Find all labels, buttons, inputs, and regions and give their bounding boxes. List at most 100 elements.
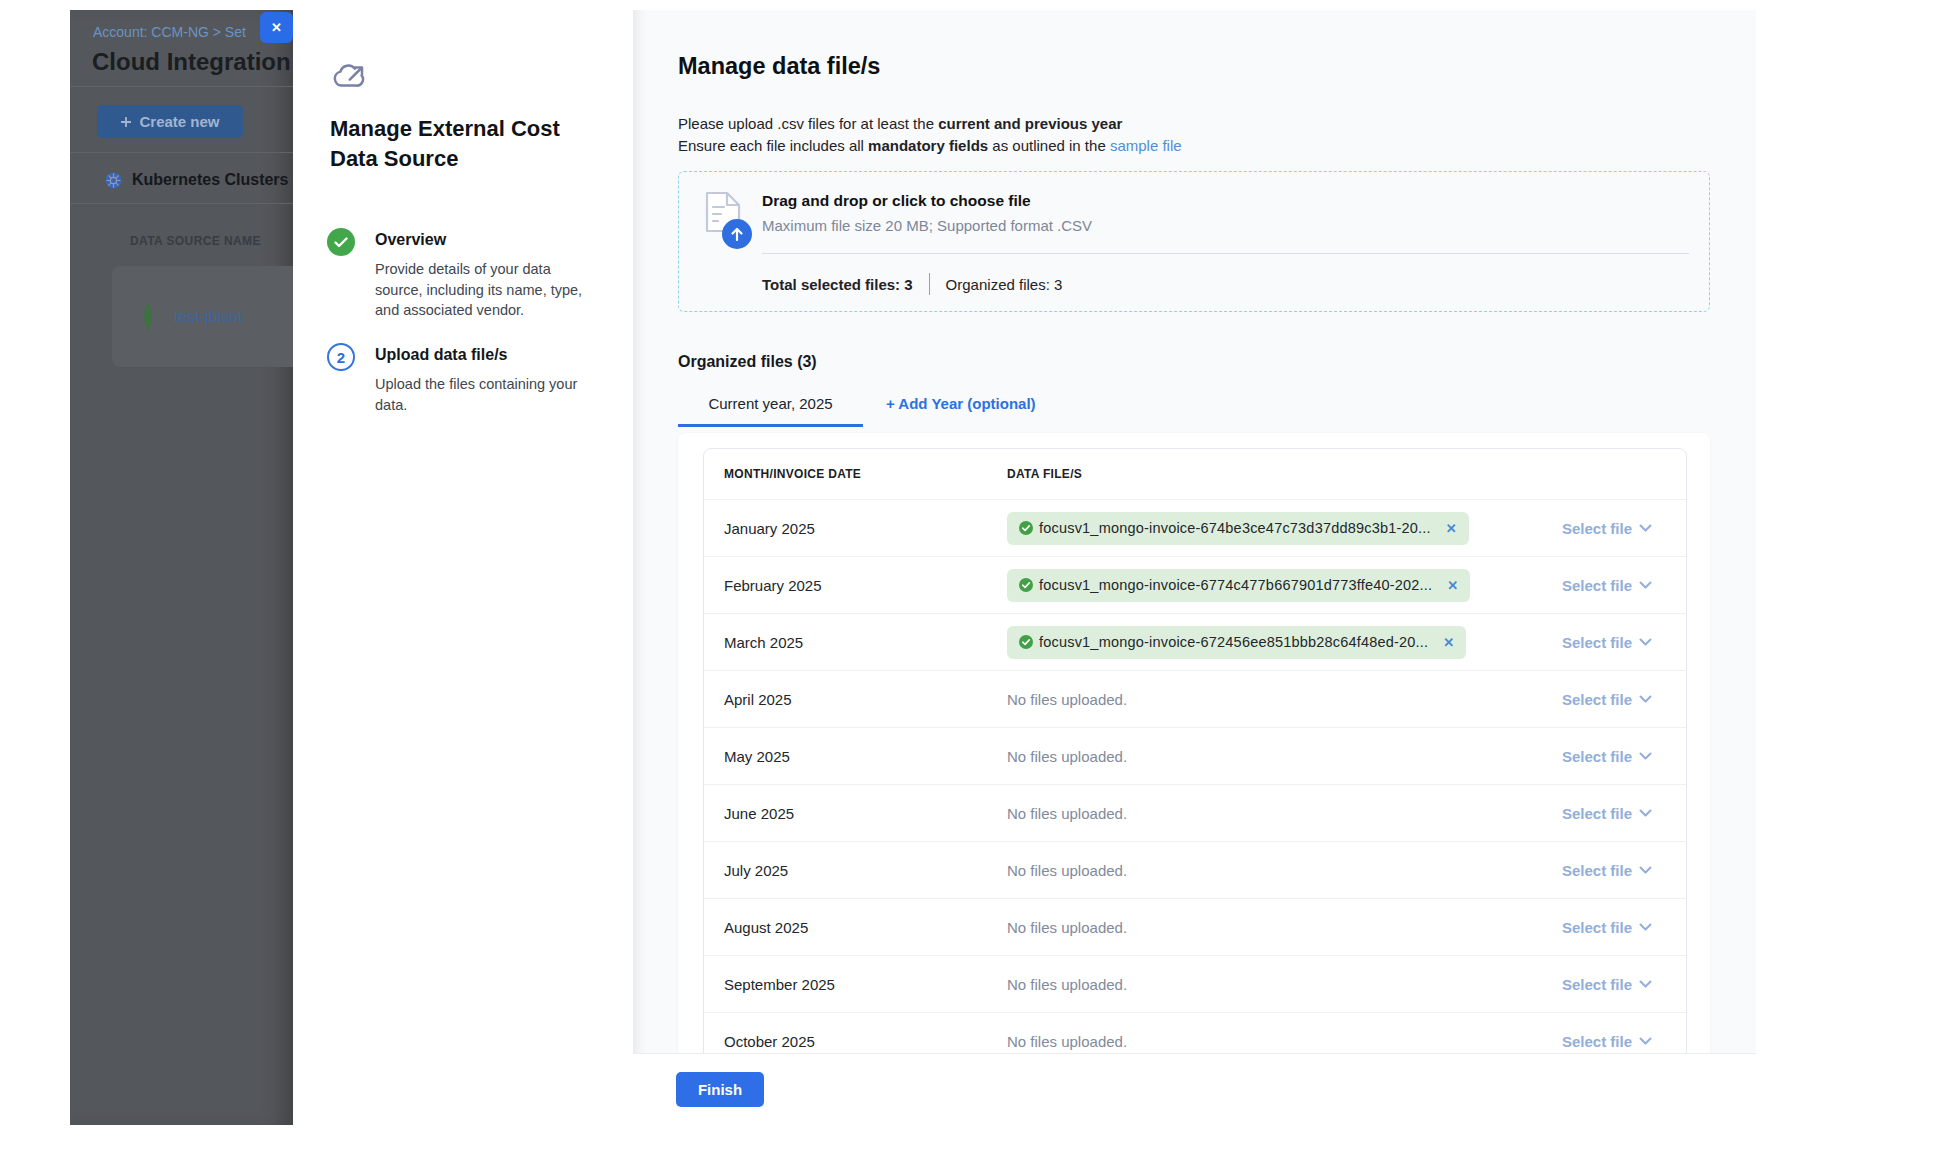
file-name: focusv1_mongo-invoice-6774c477b667901d77…	[1039, 577, 1432, 593]
divider	[70, 203, 293, 204]
month-cell: January 2025	[704, 520, 1007, 537]
file-success-icon	[1019, 635, 1033, 649]
remove-file-button[interactable]: ✕	[1447, 578, 1458, 593]
tab-current-year[interactable]: Current year, 2025	[678, 386, 863, 427]
file-cell: No files uploaded. Select file	[1007, 691, 1686, 708]
divider	[70, 86, 293, 87]
select-file-label: Select file	[1562, 919, 1632, 936]
plus-icon	[120, 116, 132, 128]
no-files-text: No files uploaded.	[1007, 976, 1127, 993]
no-files-text: No files uploaded.	[1007, 805, 1127, 822]
file-dropzone[interactable]: Drag and drop or click to choose file Ma…	[678, 171, 1710, 312]
select-file-label: Select file	[1562, 862, 1632, 879]
month-cell: May 2025	[704, 748, 1007, 765]
uploaded-file-chip: focusv1_mongo-invoice-674be3ce47c73d37dd…	[1007, 512, 1469, 545]
breadcrumb[interactable]: Account: CCM-NG > Set	[93, 24, 246, 40]
no-files-text: No files uploaded.	[1007, 919, 1127, 936]
select-file-dropdown[interactable]: Select file	[1562, 634, 1652, 651]
select-file-label: Select file	[1562, 748, 1632, 765]
divider	[70, 152, 293, 153]
dimmed-background-page: Account: CCM-NG > Set Cloud Integration …	[70, 10, 293, 1125]
file-success-icon	[1019, 521, 1033, 535]
select-file-label: Select file	[1562, 691, 1632, 708]
step-done-check-icon	[327, 228, 355, 256]
month-cell: July 2025	[704, 862, 1007, 879]
no-files-text: No files uploaded.	[1007, 691, 1127, 708]
month-cell: September 2025	[704, 976, 1007, 993]
table-row: April 2025No files uploaded. Select file	[704, 670, 1686, 727]
select-file-dropdown[interactable]: Select file	[1562, 577, 1652, 594]
file-cell: No files uploaded. Select file	[1007, 976, 1686, 993]
add-year-button[interactable]: + Add Year (optional)	[886, 386, 1036, 427]
upload-icon	[722, 219, 752, 249]
month-cell: August 2025	[704, 919, 1007, 936]
sample-file-link[interactable]: sample file	[1110, 137, 1182, 154]
select-file-dropdown[interactable]: Select file	[1562, 919, 1652, 936]
month-cell: March 2025	[704, 634, 1007, 651]
remove-file-button[interactable]: ✕	[1443, 635, 1454, 650]
uploaded-file-chip: focusv1_mongo-invoice-6774c477b667901d77…	[1007, 569, 1470, 602]
panel-content: Manage data file/s Please upload .csv fi…	[633, 10, 1756, 1053]
chevron-down-icon	[1639, 524, 1652, 532]
select-file-label: Select file	[1562, 805, 1632, 822]
manage-external-cost-modal: Manage External Cost Data Source Overvie…	[293, 10, 1756, 1125]
uploaded-file-chip: focusv1_mongo-invoice-672456ee851bbb28c6…	[1007, 626, 1466, 659]
divider	[929, 273, 930, 295]
file-cell: No files uploaded. Select file	[1007, 805, 1686, 822]
no-files-text: No files uploaded.	[1007, 1033, 1127, 1050]
column-header-data-source-name: DATA SOURCE NAME	[130, 234, 261, 248]
data-source-card[interactable]: test-jbisht	[112, 266, 293, 367]
select-file-dropdown[interactable]: Select file	[1562, 520, 1652, 537]
close-button[interactable]: ✕	[260, 12, 293, 43]
data-files-table: MONTH/INVOICE DATE DATA FILE/S January 2…	[703, 448, 1687, 1053]
table-row: March 2025 focusv1_mongo-invoice-672456ee…	[704, 613, 1686, 670]
external-source-icon	[329, 64, 369, 91]
select-file-dropdown[interactable]: Select file	[1562, 976, 1652, 993]
column-header-month: MONTH/INVOICE DATE	[704, 467, 1007, 481]
no-files-text: No files uploaded.	[1007, 748, 1127, 765]
organized-files-card: MONTH/INVOICE DATE DATA FILE/S January 2…	[678, 433, 1710, 1053]
finish-button[interactable]: Finish	[676, 1072, 764, 1107]
dropzone-stats: Total selected files: 3 Organized files:…	[762, 273, 1062, 295]
step-upload-data-files[interactable]: 2 Upload data file/s Upload the files co…	[327, 343, 355, 371]
remove-file-button[interactable]: ✕	[1446, 521, 1457, 536]
step-overview[interactable]: Overview Provide details of your data so…	[327, 228, 355, 256]
select-file-dropdown[interactable]: Select file	[1562, 691, 1652, 708]
month-cell: April 2025	[704, 691, 1007, 708]
select-file-dropdown[interactable]: Select file	[1562, 805, 1652, 822]
panel-title: Manage data file/s	[678, 53, 1710, 80]
page-title: Cloud Integration	[92, 48, 291, 76]
table-row: May 2025No files uploaded. Select file	[704, 727, 1686, 784]
tab-kubernetes-clusters[interactable]: Kubernetes Clusters	[105, 171, 289, 189]
chevron-down-icon	[1639, 980, 1652, 988]
select-file-dropdown[interactable]: Select file	[1562, 862, 1652, 879]
chevron-down-icon	[1639, 866, 1652, 874]
file-name: focusv1_mongo-invoice-672456ee851bbb28c6…	[1039, 634, 1428, 650]
dropzone-subtitle: Maximum file size 20 MB; Supported forma…	[762, 217, 1092, 234]
select-file-label: Select file	[1562, 1033, 1632, 1050]
kubernetes-icon	[105, 172, 122, 189]
mongodb-icon	[142, 302, 154, 334]
wizard-sidebar: Manage External Cost Data Source Overvie…	[293, 10, 633, 1125]
data-source-link[interactable]: test-jbisht	[174, 308, 242, 326]
chevron-down-icon	[1639, 923, 1652, 931]
no-files-text: No files uploaded.	[1007, 862, 1127, 879]
file-cell: focusv1_mongo-invoice-674be3ce47c73d37dd…	[1007, 512, 1686, 545]
file-cell: focusv1_mongo-invoice-6774c477b667901d77…	[1007, 569, 1686, 602]
select-file-dropdown[interactable]: Select file	[1562, 1033, 1652, 1050]
organized-files-heading: Organized files (3)	[678, 353, 1710, 371]
table-row: August 2025No files uploaded. Select file	[704, 898, 1686, 955]
chevron-down-icon	[1639, 1037, 1652, 1045]
file-cell: No files uploaded. Select file	[1007, 919, 1686, 936]
chevron-down-icon	[1639, 809, 1652, 817]
chevron-down-icon	[1639, 752, 1652, 760]
file-cell: focusv1_mongo-invoice-672456ee851bbb28c6…	[1007, 626, 1686, 659]
file-cell: No files uploaded. Select file	[1007, 862, 1686, 879]
select-file-label: Select file	[1562, 976, 1632, 993]
select-file-dropdown[interactable]: Select file	[1562, 748, 1652, 765]
manage-data-files-panel: Manage data file/s Please upload .csv fi…	[633, 10, 1756, 1125]
month-cell: June 2025	[704, 805, 1007, 822]
chevron-down-icon	[1639, 638, 1652, 646]
create-new-button[interactable]: Create new	[97, 105, 243, 138]
file-cell: No files uploaded. Select file	[1007, 1033, 1686, 1050]
